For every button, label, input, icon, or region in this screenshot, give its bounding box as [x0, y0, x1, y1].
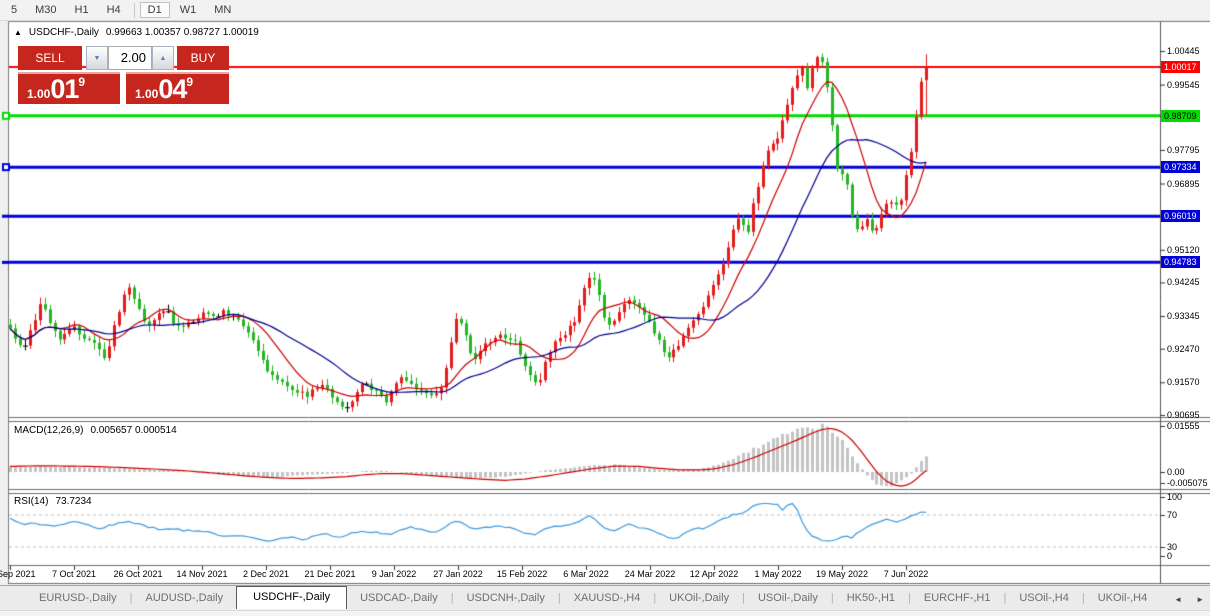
price-line-label: 0.98709 — [1161, 109, 1200, 122]
date-axis-label: 27 Jan 2022 — [433, 569, 483, 579]
price-axis-label: 0.96895 — [1167, 178, 1200, 189]
price-axis-label: 0.97795 — [1167, 144, 1200, 155]
tab-scroll-left-icon[interactable]: ◄ — [1174, 595, 1182, 604]
toolbar-timeframe-h1[interactable]: H1 — [67, 2, 97, 18]
price-axis-label: 0.90695 — [1167, 409, 1200, 420]
date-axis-label: 24 Mar 2022 — [624, 569, 676, 579]
price-axis-label: 0.99545 — [1167, 79, 1200, 90]
date-axis-label: 1 May 2022 — [754, 569, 802, 579]
sell-price-big: 01 — [50, 74, 79, 104]
macd-axis-label: 0.00 — [1167, 467, 1185, 477]
volume-decrease-button[interactable]: ▼ — [86, 46, 108, 70]
bottom-tab-xauusd-h4[interactable]: XAUUSD-,H4 — [561, 588, 654, 609]
macd-axis-label: -0.005075 — [1167, 478, 1208, 488]
status-strip — [0, 610, 1210, 616]
sell-price-pip: 9 — [78, 75, 86, 89]
rsi-axis-label: 0 — [1167, 551, 1173, 561]
rsi-indicator-label: RSI(14) 73.7234 — [14, 496, 92, 507]
price-line-label: 0.97334 — [1161, 161, 1200, 174]
date-axis-label: 19 May 2022 — [815, 569, 869, 579]
macd-axis-label: 0.01555 — [1167, 421, 1200, 431]
date-axis-label: 14 Nov 2021 — [176, 569, 228, 579]
bottom-tab-eurchf-h1[interactable]: EURCHF-,H1 — [911, 588, 1004, 609]
tab-scroll-controls: ◄ ► — [1174, 595, 1204, 604]
symbol-tabs-bar: EURUSD-,Daily | AUDUSD-,Daily USDCHF-,Daily… — [0, 585, 1210, 609]
date-axis-label: 7 Oct 2021 — [51, 569, 97, 579]
buy-button[interactable]: BUY — [177, 46, 229, 70]
price-line-label: 0.96019 — [1161, 210, 1200, 223]
bottom-tab-usdcnh-daily[interactable]: USDCNH-,Daily — [454, 588, 558, 609]
volume-input[interactable]: 2.00 — [108, 46, 152, 70]
toolbar-timeframe-w1[interactable]: W1 — [172, 2, 205, 18]
chart-ohlc-values: 0.99663 1.00357 0.98727 1.00019 — [105, 27, 259, 38]
price-axis-label: 0.93345 — [1167, 311, 1200, 322]
buy-price-big: 04 — [158, 74, 187, 104]
toolbar-timeframe-mn[interactable]: MN — [206, 2, 239, 18]
volume-increase-button[interactable]: ▲ — [152, 46, 174, 70]
date-axis-label: 21 Dec 2021 — [304, 569, 356, 579]
price-axis-label: 1.00445 — [1167, 46, 1200, 56]
sell-price-prefix: 1.00 — [27, 87, 51, 101]
rsi-name: RSI(14) — [14, 496, 49, 507]
timeframe-toolbar: 5 M30 H1 H4 D1 W1 MN — [0, 0, 1210, 21]
price-axis-label: 0.92470 — [1167, 343, 1200, 354]
macd-name: MACD(12,26,9) — [14, 425, 84, 436]
toolbar-timeframe-d1[interactable]: D1 — [139, 2, 170, 18]
price-axis-label: 0.94245 — [1167, 277, 1200, 288]
bottom-tab-hk50-h1[interactable]: HK50-,H1 — [834, 588, 908, 609]
one-click-trade-panel: SELL ▼ 2.00 ▲ BUY 1.00 01 9 1.00 04 9 — [18, 46, 229, 104]
price-axis-label: 0.91570 — [1167, 377, 1200, 388]
rsi-axis-label: 70 — [1167, 510, 1178, 520]
buy-price-display[interactable]: 1.00 04 9 — [126, 72, 229, 104]
macd-indicator-label: MACD(12,26,9) 0.005657 0.000514 — [14, 425, 177, 436]
macd-values: 0.005657 0.000514 — [90, 425, 177, 436]
date-axis-label: 2 Dec 2021 — [242, 569, 290, 579]
bottom-tab-audusd-daily[interactable]: AUDUSD-,Daily — [132, 588, 236, 609]
bottom-tab-ukoil-h4[interactable]: UKOil-,H4 — [1085, 588, 1161, 609]
date-axis-label: 15 Feb 2022 — [496, 569, 548, 579]
bottom-tab-ukoil-daily[interactable]: UKOil-,Daily — [656, 588, 742, 609]
rsi-axis-label: 100 — [1167, 492, 1183, 502]
sell-price-display[interactable]: 1.00 01 9 — [18, 72, 120, 104]
chart-symbol-title: USDCHF-,Daily — [28, 27, 99, 38]
collapse-trade-panel-icon[interactable]: ▲ — [14, 28, 22, 37]
bottom-tab-usoil-daily[interactable]: USOil-,Daily — [745, 588, 831, 609]
spin-down-icon: ▼ — [93, 54, 101, 62]
buy-price-prefix: 1.00 — [135, 87, 159, 101]
bottom-tab-usdchf-daily[interactable]: USDCHF-,Daily — [236, 586, 348, 609]
price-line-label: 0.94783 — [1161, 256, 1200, 269]
chart-legend: ▲ USDCHF-,Daily 0.99663 1.00357 0.98727 … — [14, 27, 259, 38]
date-axis-label: 26 Oct 2021 — [113, 569, 163, 579]
date-axis-label: 7 Jun 2022 — [883, 569, 929, 579]
bottom-tab-usoil-h4[interactable]: USOil-,H4 — [1006, 588, 1082, 609]
toolbar-timeframe-h4[interactable]: H4 — [99, 2, 129, 18]
date-axis-label: 6 Mar 2022 — [563, 569, 609, 579]
rsi-value: 73.7234 — [55, 496, 92, 507]
toolbar-timeframe-5[interactable]: 5 — [3, 2, 25, 18]
sell-button[interactable]: SELL — [18, 46, 82, 70]
date-axis-label: 19 Sep 2021 — [0, 569, 36, 579]
mt4-chart-window: 5 M30 H1 H4 D1 W1 MN ▲ USDCHF-,Daily 0.99663 1… — [0, 0, 1210, 616]
spin-up-icon: ▲ — [159, 54, 167, 62]
date-axis-label: 12 Apr 2022 — [689, 569, 739, 579]
price-axis-label: 0.95120 — [1167, 244, 1200, 255]
bottom-tab-eurusd-daily[interactable]: EURUSD-,Daily — [26, 588, 130, 609]
price-line-label: 1.00017 — [1161, 60, 1200, 73]
tab-scroll-right-icon[interactable]: ► — [1196, 595, 1204, 604]
bottom-tab-usdcad-daily[interactable]: USDCAD-,Daily — [347, 588, 451, 609]
buy-price-pip: 9 — [186, 75, 194, 89]
toolbar-timeframe-m30[interactable]: M30 — [27, 2, 64, 18]
date-axis-label: 9 Jan 2022 — [371, 569, 417, 579]
toolbar-separator — [133, 2, 135, 18]
